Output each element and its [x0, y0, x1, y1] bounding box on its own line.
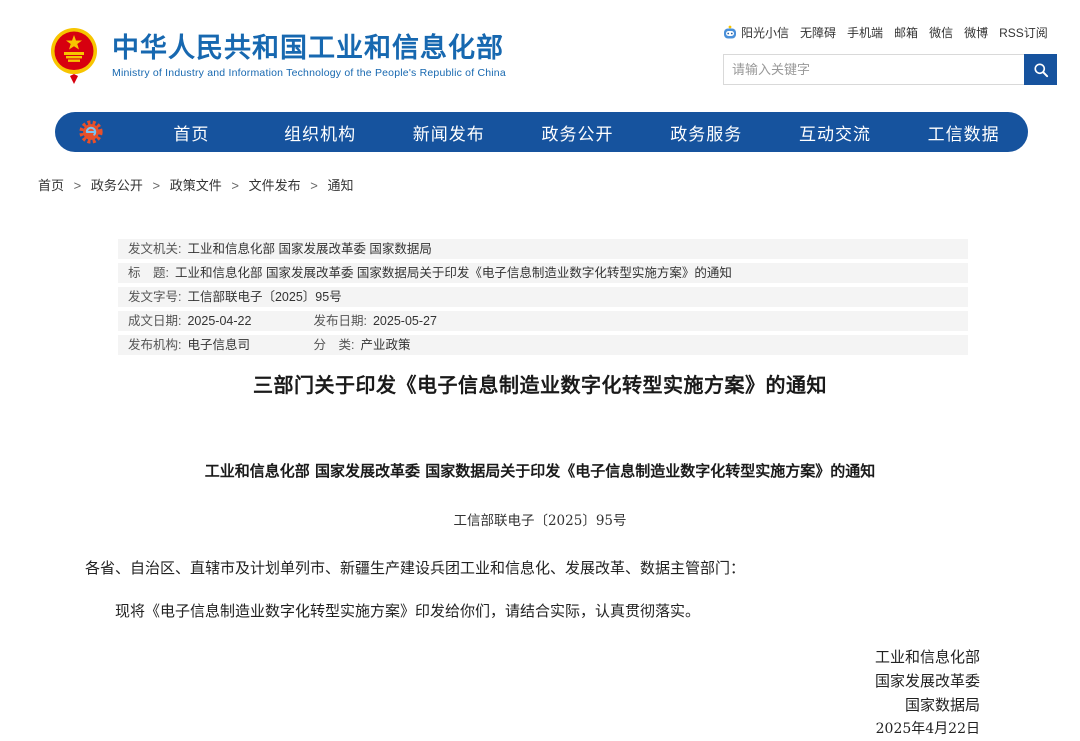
site-title: 中华人民共和国工业和信息化部 — [112, 32, 504, 63]
breadcrumb-current: 通知 — [327, 178, 354, 193]
site-header: 中华人民共和国工业和信息化部 Ministry of Industry and … — [0, 0, 1080, 98]
nav-item-organization[interactable]: 组织机构 — [256, 120, 385, 145]
search-button[interactable] — [1024, 54, 1057, 85]
nav-item-home[interactable]: 首页 — [127, 120, 256, 145]
meta-value: 2025-05-27 — [372, 314, 437, 328]
meta-label: 发布日期: — [313, 314, 367, 328]
breadcrumb-home[interactable]: 首页 — [38, 178, 64, 193]
top-link-wechat[interactable]: 微信 — [929, 24, 953, 41]
breadcrumb-separator: > — [231, 178, 239, 193]
article: 三部门关于印发《电子信息制造业数字化转型实施方案》的通知 工业和信息化部 国家发… — [0, 369, 1080, 741]
site-subtitle: Ministry of Industry and Information Tec… — [112, 66, 506, 79]
meta-label: 发布机构: — [128, 338, 182, 352]
meta-label: 标 题: — [128, 266, 169, 280]
signature-miit: 工业和信息化部 — [874, 648, 980, 666]
breadcrumb-separator: > — [310, 178, 318, 193]
nav-logo — [55, 119, 127, 145]
brand-text: 中华人民共和国工业和信息化部 Ministry of Industry and … — [112, 32, 506, 79]
search-input[interactable] — [723, 54, 1024, 85]
signature-ndrc: 国家发展改革委 — [874, 672, 980, 690]
mascot-icon — [724, 25, 736, 38]
signature-nda: 国家数据局 — [904, 696, 980, 714]
meta-label: 发文字号: — [128, 290, 182, 304]
top-link-sunshine[interactable]: 阳光小信 — [741, 24, 789, 41]
breadcrumb-document-release[interactable]: 文件发布 — [249, 178, 301, 193]
meta-row-title: 标 题: 工业和信息化部 国家发展改革委 国家数据局关于印发《电子信息制造业数字化… — [118, 263, 968, 283]
article-salutation: 各省、自治区、直辖市及计划单列市、新疆生产建设兵团工业和信息化、发展改革、数据主… — [85, 559, 746, 577]
breadcrumb-separator: > — [152, 178, 161, 193]
signature-block: 工业和信息化部 国家发展改革委 国家数据局 — [0, 645, 980, 717]
top-links: 阳光小信 无障碍 手机端 邮箱 微信 微博 RSS订阅 — [723, 24, 1057, 41]
main-nav: 首页 组织机构 新闻发布 政务公开 政务服务 互动交流 工信数据 — [55, 112, 1028, 152]
nav-item-data[interactable]: 工信数据 — [899, 120, 1028, 145]
top-link-rss[interactable]: RSS订阅 — [999, 24, 1048, 41]
meta-label: 分 类: — [313, 338, 355, 352]
meta-value: 电子信息司 — [187, 338, 250, 352]
search-icon — [1033, 62, 1048, 77]
page: 中华人民共和国工业和信息化部 Ministry of Industry and … — [0, 0, 1080, 737]
nav-item-gov-disclosure[interactable]: 政务公开 — [513, 120, 642, 145]
meta-row-dates: 成文日期: 2025-04-22 发布日期: 2025-05-27 — [118, 311, 968, 331]
article-subtitle: 工业和信息化部 国家发展改革委 国家数据局关于印发《电子信息制造业数字化转型实施… — [204, 462, 876, 480]
meta-row-issuing-agency: 发文机关: 工业和信息化部 国家发展改革委 国家数据局 — [118, 239, 968, 259]
top-link-accessibility[interactable]: 无障碍 — [800, 24, 836, 41]
breadcrumb-policy-documents[interactable]: 政策文件 — [170, 178, 222, 193]
nav-item-gov-services[interactable]: 政务服务 — [642, 120, 771, 145]
nav-item-interaction[interactable]: 互动交流 — [771, 120, 900, 145]
meta-value: 2025-04-22 — [187, 314, 252, 328]
brand: 中华人民共和国工业和信息化部 Ministry of Industry and … — [50, 26, 506, 84]
breadcrumb-gov-disclosure[interactable]: 政务公开 — [91, 178, 143, 193]
meta-row-publisher-category: 发布机构: 电子信息司 分 类: 产业政策 — [118, 335, 968, 355]
article-body: 现将《电子信息制造业数字化转型实施方案》印发给你们，请结合实际，认真贯彻落实。 — [115, 602, 701, 620]
search-bar — [723, 54, 1057, 85]
breadcrumb-separator: > — [73, 178, 82, 193]
article-doc-number: 工信部联电子〔2025〕95号 — [453, 513, 627, 529]
top-link-mail[interactable]: 邮箱 — [894, 24, 918, 41]
header-right: 阳光小信 无障碍 手机端 邮箱 微信 微博 RSS订阅 — [723, 24, 1057, 85]
nav-item-news[interactable]: 新闻发布 — [384, 120, 513, 145]
breadcrumb: 首页 > 政务公开 > 政策文件 > 文件发布 > 通知 — [38, 175, 1080, 194]
top-link-weibo[interactable]: 微博 — [964, 24, 988, 41]
meta-value: 工业和信息化部 国家发展改革委 国家数据局关于印发《电子信息制造业数字化转型实施… — [174, 266, 732, 280]
meta-value: 工业和信息化部 国家发展改革委 国家数据局 — [187, 242, 432, 256]
meta-label: 成文日期: — [128, 314, 182, 328]
meta-label: 发文机关: — [128, 242, 182, 256]
miit-gear-icon — [79, 120, 103, 144]
meta-value: 工信部联电子〔2025〕95号 — [187, 290, 342, 304]
meta-value: 产业政策 — [360, 338, 411, 352]
national-emblem-icon — [51, 28, 97, 84]
document-meta-table: 发文机关: 工业和信息化部 国家发展改革委 国家数据局 标 题: 工业和信息化部 国… — [118, 239, 968, 355]
meta-row-doc-number: 发文字号: 工信部联电子〔2025〕95号 — [118, 287, 968, 307]
article-title: 三部门关于印发《电子信息制造业数字化转型实施方案》的通知 — [253, 375, 827, 397]
top-link-mobile[interactable]: 手机端 — [847, 24, 883, 41]
